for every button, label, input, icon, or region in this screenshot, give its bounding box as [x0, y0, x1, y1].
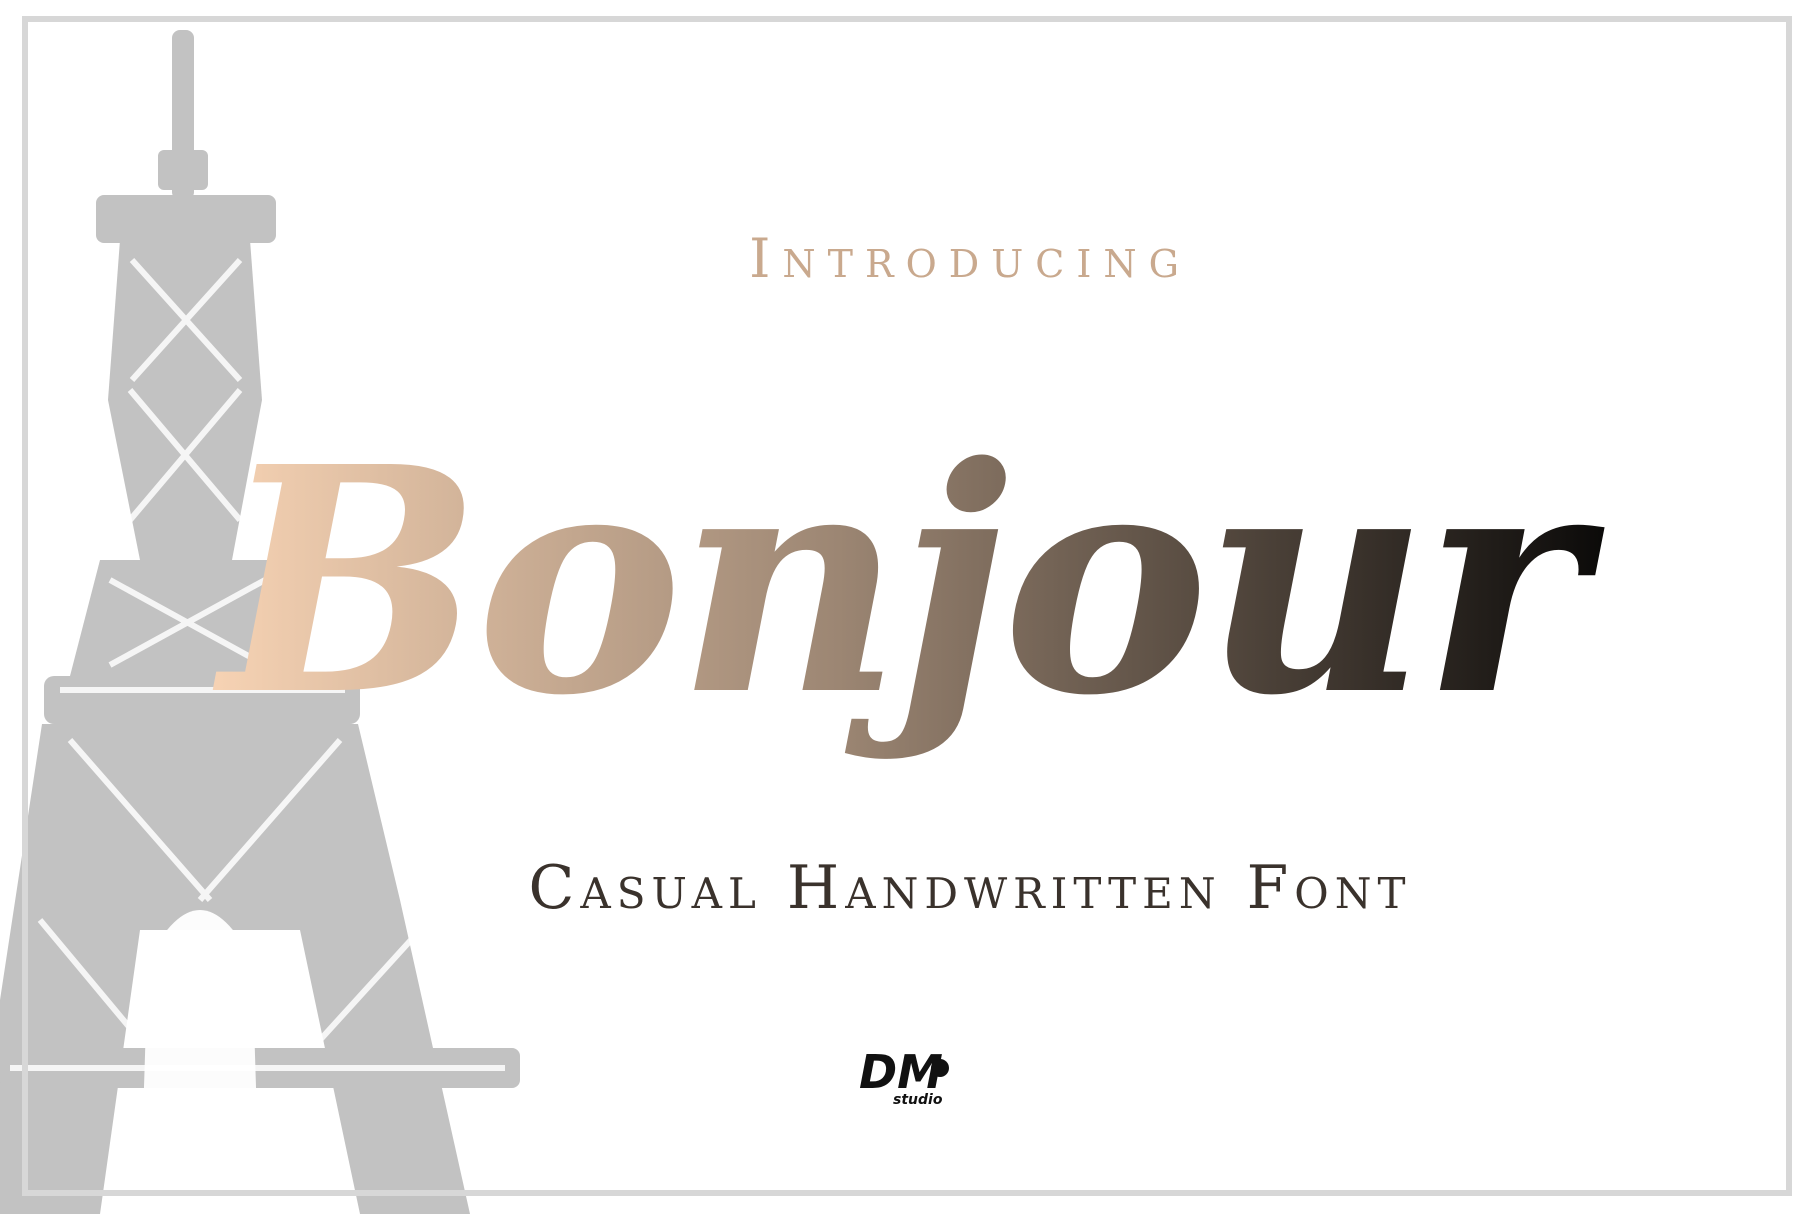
logo-tag: studio: [893, 1092, 943, 1108]
title-text: Bonjour: [210, 400, 1606, 764]
subtitle: Casual Handwritten Font: [528, 853, 1412, 923]
title-script: Bonjour: [210, 400, 1612, 764]
dm-studio-logo: DM studio: [859, 1045, 949, 1108]
poster: Introducing Bonjour Casual Handwritten F…: [0, 0, 1820, 1214]
logo-mark: DM: [859, 1045, 943, 1099]
intro-heading: Introducing: [749, 227, 1191, 290]
logo-face-icon: [931, 1059, 949, 1077]
